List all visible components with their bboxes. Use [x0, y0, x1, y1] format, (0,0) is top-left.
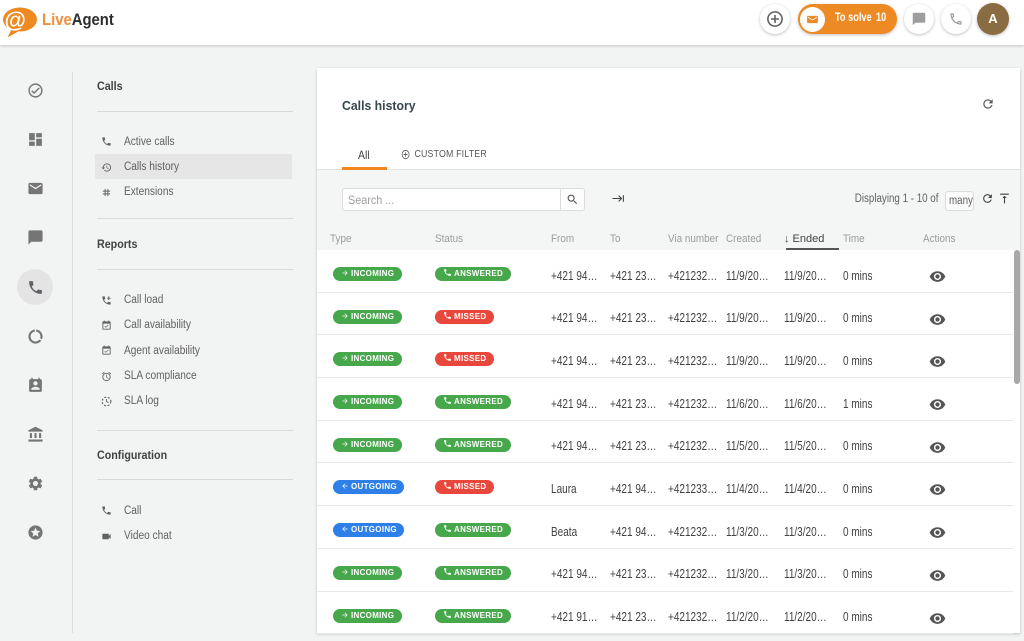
svg-text:@: @: [5, 8, 26, 33]
